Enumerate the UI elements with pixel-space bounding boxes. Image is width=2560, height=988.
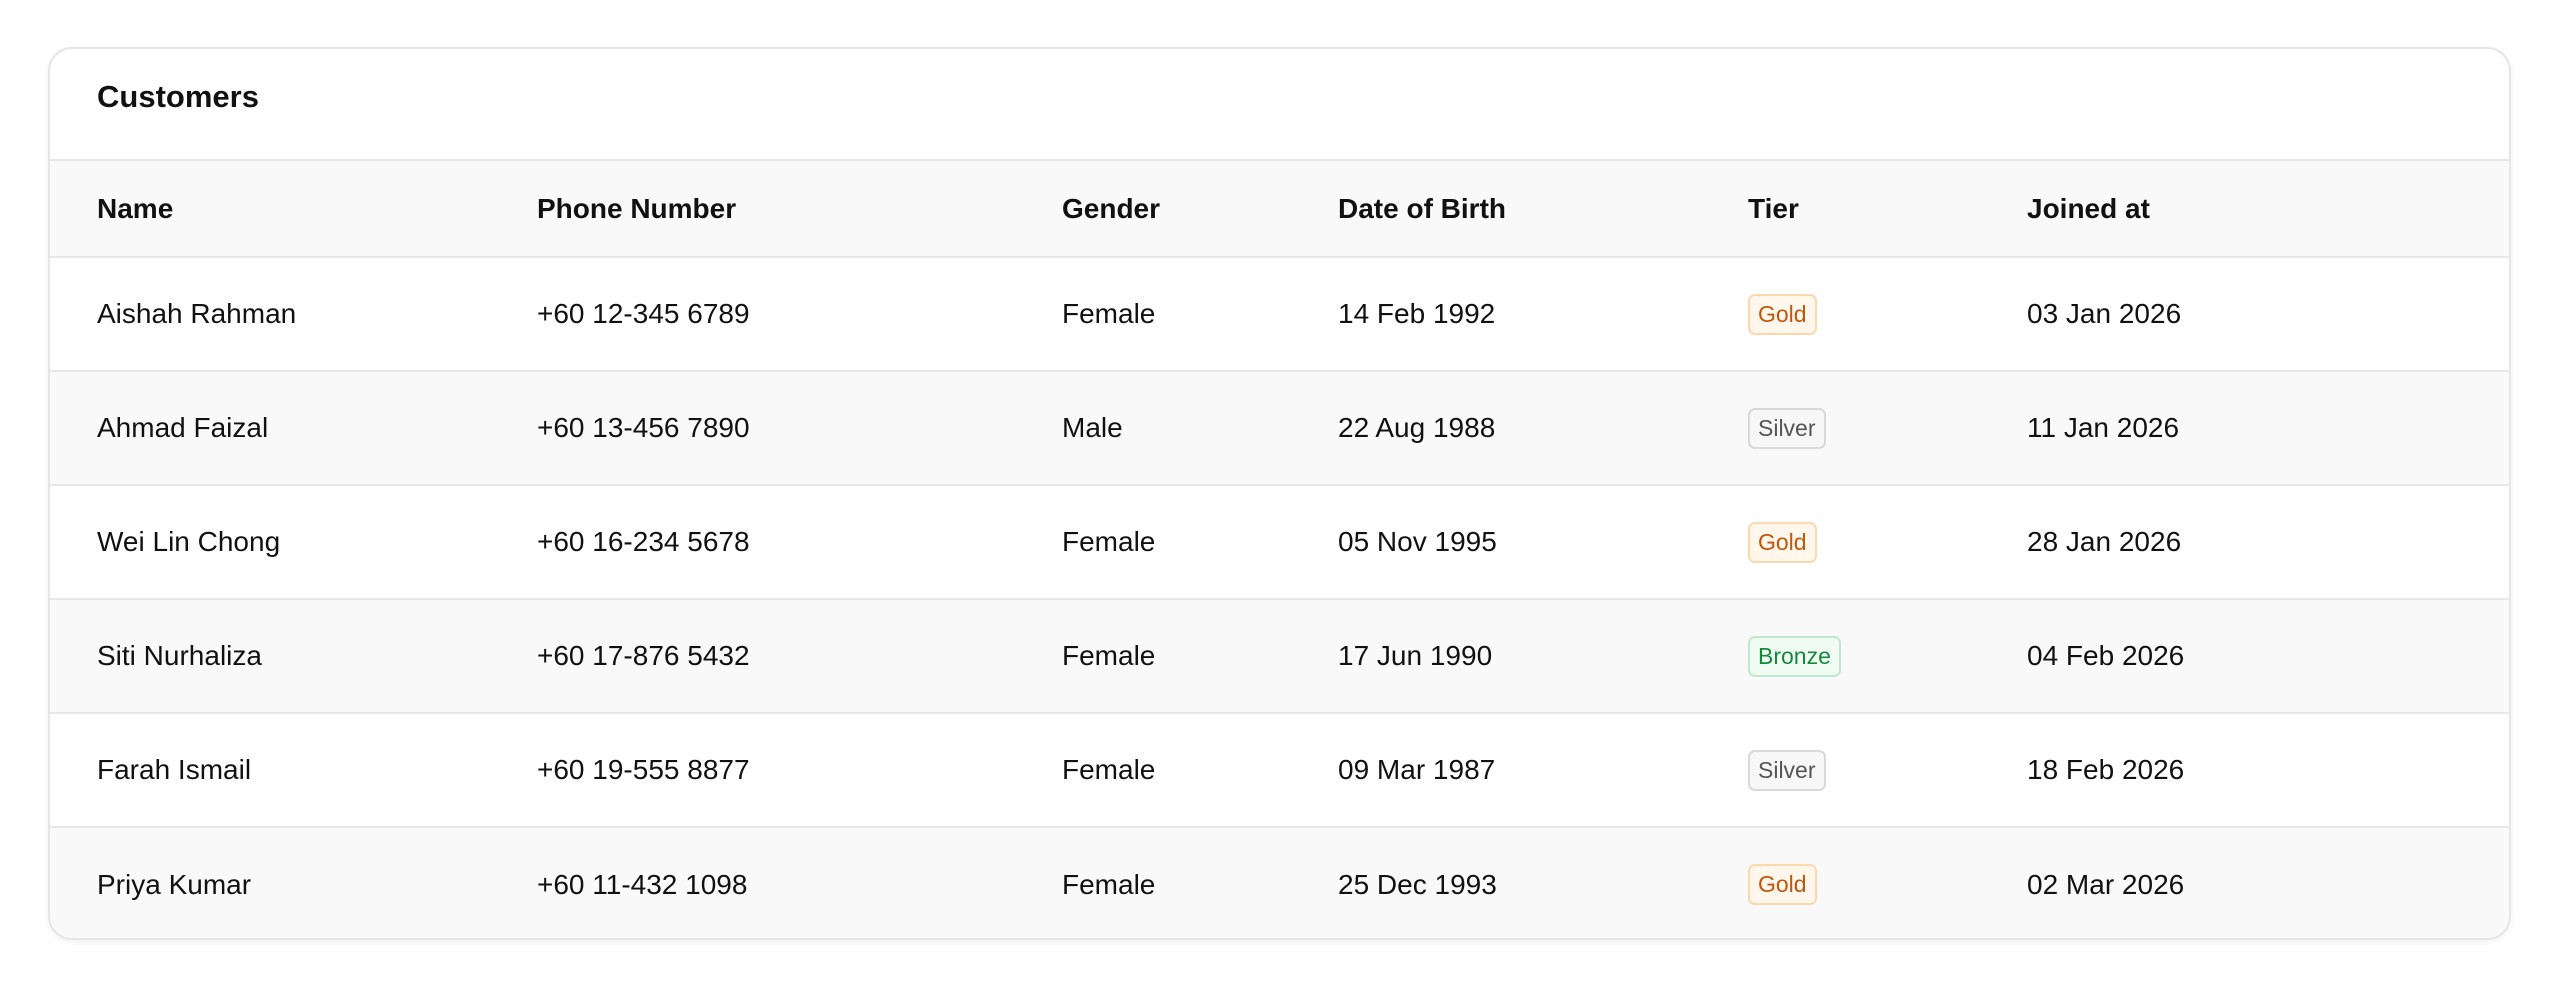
cell-name: Wei Lin Chong xyxy=(97,526,281,557)
cell-name: Siti Nurhaliza xyxy=(97,640,262,671)
cell-tier: Gold xyxy=(1748,257,2027,371)
cell-dob: 05 Nov 1995 xyxy=(1338,526,1497,557)
cell-dob: 17 Jun 1990 xyxy=(1338,640,1493,671)
table-header-row: Name Phone Number Gender Date of Birth T… xyxy=(50,161,2509,258)
cell-tier: Silver xyxy=(1748,713,2027,827)
column-header-phone: Phone Number xyxy=(537,161,1062,258)
tier-badge: Gold xyxy=(1748,521,1817,563)
cell-dob: 09 Mar 1987 xyxy=(1338,754,1496,785)
cell-dob: 25 Dec 1993 xyxy=(1338,868,1497,900)
tier-badge: Gold xyxy=(1748,864,1817,905)
cell-phone: +60 17-876 5432 xyxy=(537,640,750,671)
cell-joined: 02 Mar 2026 xyxy=(2027,868,2185,900)
cell-gender: Female xyxy=(1062,868,1156,900)
cell-joined: 11 Jan 2026 xyxy=(2027,412,2180,443)
cell-tier: Bronze xyxy=(1748,599,2027,713)
cell-tier: Silver xyxy=(1748,371,2027,485)
cell-joined: 28 Jan 2026 xyxy=(2027,526,2182,557)
column-header-gender: Gender xyxy=(1062,161,1338,258)
cell-gender: Female xyxy=(1062,754,1156,785)
column-header-dob: Date of Birth xyxy=(1338,161,1748,258)
cell-dob: 22 Aug 1988 xyxy=(1338,412,1496,443)
cell-phone: +60 13-456 7890 xyxy=(537,412,750,443)
card-header: Customers xyxy=(50,49,2509,161)
table-row[interactable]: Ahmad Faizal +60 13-456 7890 Male 22 Aug… xyxy=(50,371,2509,485)
cell-tier: Gold xyxy=(1748,485,2027,599)
customers-table: Name Phone Number Gender Date of Birth T… xyxy=(50,161,2509,938)
column-header-joined: Joined at xyxy=(2027,161,2509,258)
cell-gender: Female xyxy=(1062,640,1156,671)
cell-phone: +60 16-234 5678 xyxy=(537,526,750,557)
cell-gender: Female xyxy=(1062,526,1156,557)
tier-badge: Gold xyxy=(1748,293,1817,335)
cell-gender: Female xyxy=(1062,298,1156,329)
tier-badge: Silver xyxy=(1748,407,1826,449)
page-title: Customers xyxy=(97,79,259,114)
column-header-name: Name xyxy=(50,161,537,258)
tier-badge: Bronze xyxy=(1748,635,1841,677)
column-header-tier: Tier xyxy=(1748,161,2027,258)
cell-dob: 14 Feb 1992 xyxy=(1338,298,1496,329)
table-row[interactable]: Aishah Rahman +60 12-345 6789 Female 14 … xyxy=(50,257,2509,371)
table-row[interactable]: Priya Kumar +60 11-432 1098 Female 25 De… xyxy=(50,827,2509,938)
cell-phone: +60 11-432 1098 xyxy=(537,868,748,900)
cell-name: Aishah Rahman xyxy=(97,298,297,329)
cell-joined: 04 Feb 2026 xyxy=(2027,640,2185,671)
table-row[interactable]: Farah Ismail +60 19-555 8877 Female 09 M… xyxy=(50,713,2509,827)
cell-phone: +60 19-555 8877 xyxy=(537,754,750,785)
customers-card: Customers Name Phone Number Gender Date … xyxy=(48,47,2511,940)
cell-joined: 03 Jan 2026 xyxy=(2027,298,2182,329)
table-row[interactable]: Wei Lin Chong +60 16-234 5678 Female 05 … xyxy=(50,485,2509,599)
cell-name: Farah Ismail xyxy=(97,754,252,785)
cell-joined: 18 Feb 2026 xyxy=(2027,754,2185,785)
cell-phone: +60 12-345 6789 xyxy=(537,298,750,329)
cell-gender: Male xyxy=(1062,412,1123,443)
cell-tier: Gold xyxy=(1748,827,2027,938)
cell-name: Priya Kumar xyxy=(97,868,252,900)
table-row[interactable]: Siti Nurhaliza +60 17-876 5432 Female 17… xyxy=(50,599,2509,713)
tier-badge: Silver xyxy=(1748,749,1826,791)
cell-name: Ahmad Faizal xyxy=(97,412,269,443)
